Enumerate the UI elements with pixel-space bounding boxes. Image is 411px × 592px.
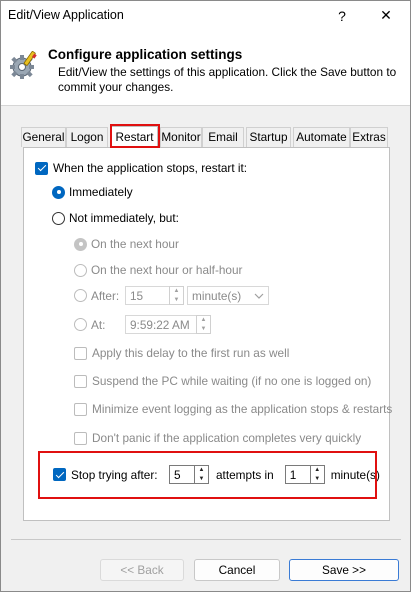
after-unit-dropdown[interactable]: minute(s) bbox=[187, 286, 269, 305]
after-radio[interactable] bbox=[74, 289, 87, 302]
help-icon: ? bbox=[338, 7, 346, 24]
title-bar: Edit/View Application ? ✕ bbox=[1, 1, 410, 30]
chevron-down-icon bbox=[254, 293, 264, 299]
after-minutes-input[interactable]: 15 bbox=[125, 286, 170, 305]
suspend-pc-label: Suspend the PC while waiting (if no one … bbox=[92, 374, 372, 388]
stop-trying-highlight bbox=[38, 451, 377, 499]
after-minutes-spinner[interactable]: ▲ ▼ bbox=[169, 286, 184, 305]
minimize-logging-label: Minimize event logging as the applicatio… bbox=[92, 402, 393, 416]
restart-on-stop-option[interactable]: When the application stops, restart it: bbox=[35, 161, 247, 175]
dont-panic-option[interactable]: Don't panic if the application completes… bbox=[74, 431, 361, 445]
spin-up-icon[interactable]: ▲ bbox=[197, 316, 210, 325]
after-option: After: 15 ▲ ▼ minute(s) bbox=[74, 286, 269, 305]
at-option: At: 9:59:22 AM ▲ ▼ bbox=[74, 315, 211, 334]
tab-logon[interactable]: Logon bbox=[66, 127, 108, 147]
window-title: Edit/View Application bbox=[8, 8, 124, 22]
tab-automate[interactable]: Automate bbox=[293, 127, 350, 147]
spin-down-icon[interactable]: ▼ bbox=[170, 296, 183, 305]
after-unit-value: minute(s) bbox=[192, 288, 242, 303]
immediately-option[interactable]: Immediately bbox=[52, 185, 133, 199]
dont-panic-label: Don't panic if the application completes… bbox=[92, 431, 362, 445]
minimize-logging-option[interactable]: Minimize event logging as the applicatio… bbox=[74, 402, 392, 416]
at-label: At: bbox=[91, 317, 106, 332]
suspend-pc-option[interactable]: Suspend the PC while waiting (if no one … bbox=[74, 374, 371, 388]
apply-delay-first-label: Apply this delay to the first run as wel… bbox=[92, 346, 290, 360]
apply-delay-first-checkbox[interactable] bbox=[74, 346, 87, 360]
next-half-hour-radio[interactable] bbox=[74, 263, 87, 277]
save-button[interactable]: Save >> bbox=[289, 559, 399, 581]
next-hour-option[interactable]: On the next hour bbox=[74, 237, 179, 251]
suspend-pc-checkbox[interactable] bbox=[74, 374, 87, 388]
tab-extras[interactable]: Extras bbox=[350, 127, 388, 147]
immediately-radio[interactable] bbox=[52, 185, 65, 199]
not-immediately-option[interactable]: Not immediately, but: bbox=[52, 211, 179, 225]
at-time-input[interactable]: 9:59:22 AM bbox=[125, 315, 197, 334]
gear-settings-icon bbox=[10, 51, 37, 79]
back-button[interactable]: << Back bbox=[100, 559, 184, 581]
header-description: Edit/View the settings of this applicati… bbox=[58, 65, 397, 94]
minimize-logging-checkbox[interactable] bbox=[74, 402, 87, 416]
at-radio[interactable] bbox=[74, 318, 87, 331]
after-label: After: bbox=[91, 288, 120, 303]
header-banner: Configure application settings Edit/View… bbox=[1, 30, 410, 106]
not-immediately-radio[interactable] bbox=[52, 211, 65, 225]
close-button[interactable]: ✕ bbox=[364, 1, 408, 30]
apply-delay-first-option[interactable]: Apply this delay to the first run as wel… bbox=[74, 346, 289, 360]
cancel-button[interactable]: Cancel bbox=[194, 559, 280, 581]
tab-general[interactable]: General bbox=[21, 127, 66, 147]
edit-view-application-window: Edit/View Application ? ✕ Configure appl… bbox=[0, 0, 411, 592]
footer-divider bbox=[11, 539, 401, 540]
tab-email[interactable]: Email bbox=[202, 127, 244, 147]
help-button[interactable]: ? bbox=[320, 1, 364, 30]
header-title: Configure application settings bbox=[48, 47, 243, 62]
next-half-hour-option[interactable]: On the next hour or half-hour bbox=[74, 263, 242, 277]
at-time-spinner[interactable]: ▲ ▼ bbox=[196, 315, 211, 334]
next-half-hour-label: On the next hour or half-hour bbox=[91, 263, 243, 277]
tab-monitor[interactable]: Monitor bbox=[160, 127, 202, 147]
close-icon: ✕ bbox=[380, 7, 392, 23]
not-immediately-label: Not immediately, but: bbox=[69, 211, 179, 225]
next-hour-radio[interactable] bbox=[74, 237, 87, 251]
restart-tab-highlight bbox=[110, 124, 160, 148]
restart-on-stop-label: When the application stops, restart it: bbox=[53, 161, 248, 175]
immediately-label: Immediately bbox=[69, 185, 133, 199]
tab-startup[interactable]: Startup bbox=[246, 127, 291, 147]
spin-up-icon[interactable]: ▲ bbox=[170, 287, 183, 296]
restart-on-stop-checkbox[interactable] bbox=[35, 161, 48, 175]
next-hour-label: On the next hour bbox=[91, 237, 179, 251]
spin-down-icon[interactable]: ▼ bbox=[197, 325, 210, 334]
dont-panic-checkbox[interactable] bbox=[74, 431, 87, 445]
